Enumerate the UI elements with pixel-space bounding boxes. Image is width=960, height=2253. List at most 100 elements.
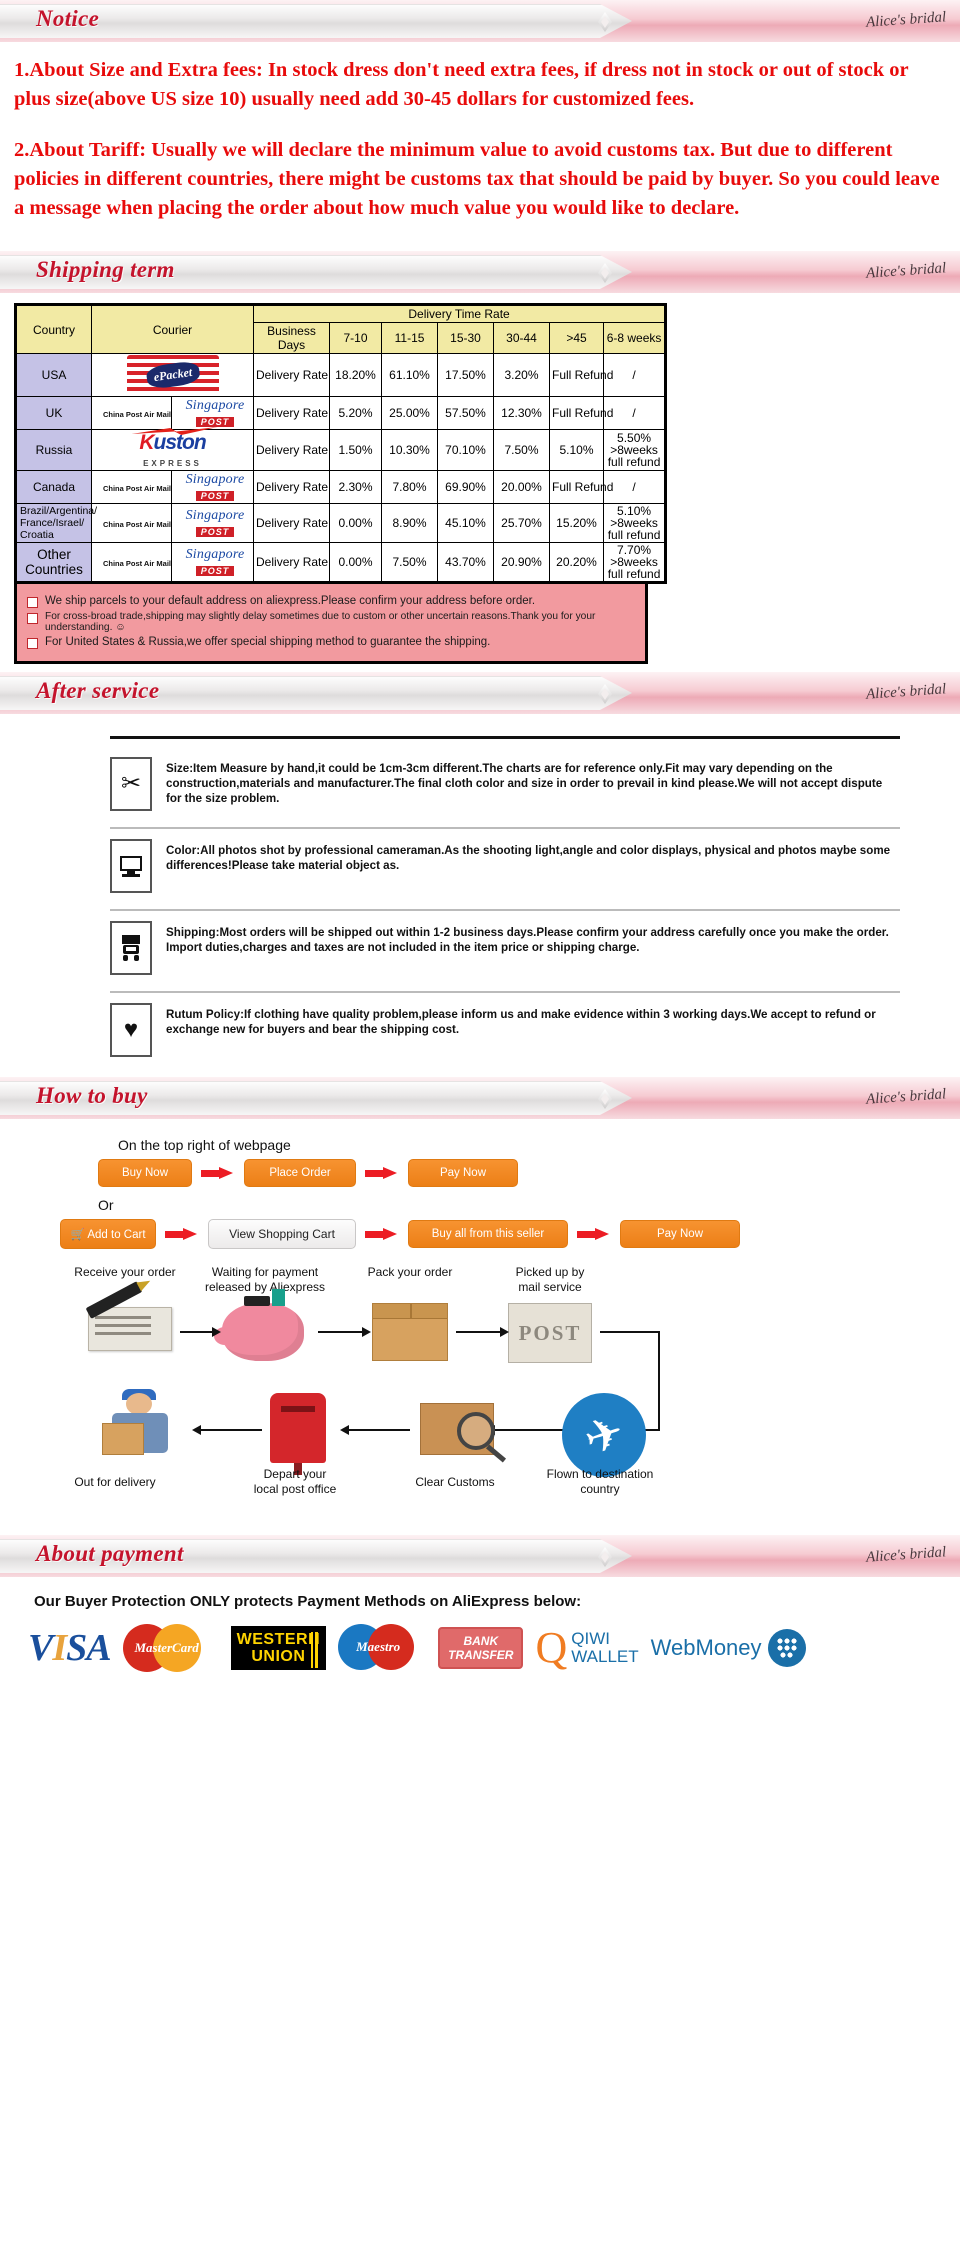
diagram-label-clear-customs: Clear Customs bbox=[415, 1475, 495, 1489]
cell-value: 20.20% bbox=[549, 542, 605, 583]
china-post-label: China Post Air Mail bbox=[102, 520, 172, 529]
th-range-7-10: 7-10 bbox=[329, 322, 383, 354]
cell-value: 5.20% bbox=[329, 396, 383, 430]
connector-line bbox=[318, 1331, 364, 1333]
singapore-post-icon: Singapore POST bbox=[185, 508, 245, 537]
arrow-head-icon bbox=[192, 1425, 201, 1435]
th-business-days: Business Days bbox=[253, 322, 331, 354]
arrow-head-icon bbox=[212, 1327, 221, 1337]
qiwi-line2: WALLET bbox=[571, 1647, 639, 1666]
th-range-11-15: 11-15 bbox=[381, 322, 439, 354]
cell-rate-label: Delivery Rate bbox=[253, 396, 331, 430]
store-brand-logo: Alice's bridal bbox=[865, 1544, 947, 1566]
shipping-notes-panel: We ship parcels to your default address … bbox=[14, 584, 648, 664]
cell-rate-label: Delivery Rate bbox=[253, 429, 331, 471]
mastercard-label: MasterCard bbox=[134, 1640, 199, 1655]
diagram-label-waiting-payment: Waiting for payment released by Aliexpre… bbox=[204, 1265, 326, 1294]
how-to-buy-lead: On the top right of webpage bbox=[118, 1137, 291, 1153]
checkbox-icon[interactable] bbox=[27, 638, 38, 649]
payment-headline: Our Buyer Protection ONLY protects Payme… bbox=[34, 1593, 582, 1610]
cell-country: Other Countries bbox=[15, 542, 92, 583]
checkbox-icon[interactable] bbox=[27, 597, 38, 608]
china-post-label: China Post Air Mail bbox=[102, 484, 172, 493]
view-shopping-cart-button[interactable]: View Shopping Cart bbox=[208, 1219, 356, 1249]
cell-rate-label: Delivery Rate bbox=[253, 353, 331, 397]
connector-line bbox=[600, 1331, 660, 1333]
table-row: Other Countries China Post Air Mail Sing… bbox=[15, 542, 667, 583]
mailbox-icon bbox=[270, 1393, 326, 1475]
cell-rate-label: Delivery Rate bbox=[253, 542, 331, 583]
section-banner-shipping: Shipping term Alice's bridal bbox=[0, 251, 960, 293]
th-courier: Courier bbox=[90, 304, 255, 354]
payment-body: Our Buyer Protection ONLY protects Payme… bbox=[0, 1577, 960, 1684]
kuston-express-icon: Kuston EXPRESS bbox=[114, 427, 232, 469]
china-post-air-mail-icon: China Post Air Mail bbox=[94, 480, 180, 494]
section-banner-notice: Notice Alice's bridal bbox=[0, 0, 960, 42]
visa-logo: VISA bbox=[28, 1627, 112, 1669]
connector-line bbox=[180, 1331, 214, 1333]
cell-value: 69.90% bbox=[437, 470, 495, 504]
buy-now-button[interactable]: Buy Now bbox=[98, 1159, 192, 1187]
cell-country: Russia bbox=[15, 429, 92, 471]
diagram-label-flown-to-destination: Flown to destination country bbox=[546, 1467, 654, 1496]
wu-bars-icon bbox=[311, 1632, 319, 1668]
pay-now-button[interactable]: Pay Now bbox=[620, 1220, 740, 1248]
piggy-bank-icon bbox=[214, 1289, 304, 1361]
cell-country: Canada bbox=[15, 470, 92, 504]
bank-line2: TRANSFER bbox=[448, 1648, 514, 1662]
place-order-button[interactable]: Place Order bbox=[244, 1159, 356, 1187]
magnifier-box-icon bbox=[420, 1403, 495, 1455]
how-to-buy-or: Or bbox=[98, 1197, 114, 1213]
th-range-6-8-weeks: 6-8 weeks bbox=[603, 322, 667, 354]
order-process-diagram: Receive your order Waiting for payment r… bbox=[0, 1265, 960, 1535]
cell-rate-label: Delivery Rate bbox=[253, 503, 331, 543]
section-banner-after-service: After service Alice's bridal bbox=[0, 672, 960, 714]
cell-rate-label: Delivery Rate bbox=[253, 470, 331, 504]
courier-logo-singapore-post: Singapore POST bbox=[170, 470, 255, 504]
after-service-text: Size:Item Measure by hand,it could be 1c… bbox=[166, 762, 883, 805]
checkbox-icon[interactable] bbox=[27, 613, 38, 624]
connector-line bbox=[200, 1429, 262, 1431]
courier-logo-singapore-post: Singapore POST bbox=[170, 503, 255, 543]
buy-all-from-seller-button[interactable]: Buy all from this seller bbox=[408, 1220, 568, 1248]
cell-country: USA bbox=[15, 353, 92, 397]
diagram-label-pack-order: Pack your order bbox=[367, 1265, 453, 1279]
bank-line1: BANK bbox=[463, 1634, 499, 1648]
cell-value: 3.20% bbox=[493, 353, 551, 397]
diagram-label-picked-up: Picked up by mail service bbox=[515, 1265, 585, 1294]
singapore-post-icon: Singapore POST bbox=[185, 472, 245, 501]
after-service-text: Rutum Policy:If clothing have quality pr… bbox=[166, 1008, 876, 1036]
cell-value: 7.80% bbox=[381, 470, 439, 504]
cell-value: 15.20% bbox=[549, 503, 605, 543]
china-post-label: China Post Air Mail bbox=[102, 410, 172, 419]
cell-value: 61.10% bbox=[381, 353, 439, 397]
divider bbox=[110, 991, 900, 993]
shipping-note-row: For United States & Russia,we offer spec… bbox=[27, 636, 635, 649]
section-title-after-service: After service bbox=[36, 678, 160, 703]
shipping-note-text: For United States & Russia,we offer spec… bbox=[45, 636, 491, 648]
table-row: Canada China Post Air Mail Singapore POST… bbox=[15, 470, 667, 504]
arrow-head-icon bbox=[362, 1327, 371, 1337]
courier-logo-china-post: China Post Air Mail bbox=[91, 396, 172, 430]
shipping-note-text: We ship parcels to your default address … bbox=[45, 595, 536, 607]
pay-now-button[interactable]: Pay Now bbox=[408, 1159, 518, 1187]
th-range-30-44: 30-44 bbox=[493, 322, 551, 354]
envelope-pen-icon bbox=[85, 1281, 172, 1351]
bank-transfer-logo: BANK TRANSFER bbox=[438, 1627, 524, 1669]
table-row: USA ePacket Delivery Rate 18.20% 61.10% … bbox=[15, 353, 667, 397]
shipping-note-row: For cross-broad trade,shipping may sligh… bbox=[27, 611, 635, 633]
cell-value: 18.20% bbox=[329, 353, 383, 397]
arrow-right-icon bbox=[577, 1227, 611, 1241]
store-brand-logo: Alice's bridal bbox=[865, 9, 947, 31]
connector-line bbox=[456, 1331, 502, 1333]
western-union-logo: WESTERN UNION bbox=[230, 1626, 327, 1670]
table-header-row-1: Country Courier Delivery Time Rate bbox=[15, 304, 667, 354]
courier-logo-china-post: China Post Air Mail bbox=[91, 503, 172, 543]
shipping-table-wrap: Country Courier Delivery Time Rate Busin… bbox=[0, 293, 960, 672]
maestro-logo: Maestro bbox=[338, 1624, 426, 1672]
cell-value: 20.00% bbox=[493, 470, 551, 504]
th-delivery-time-rate: Delivery Time Rate bbox=[253, 304, 667, 323]
cell-value: 70.10% bbox=[437, 429, 495, 471]
add-to-cart-button[interactable]: 🛒 Add to Cart bbox=[60, 1219, 156, 1249]
qiwi-line1: QIWI bbox=[571, 1629, 610, 1648]
